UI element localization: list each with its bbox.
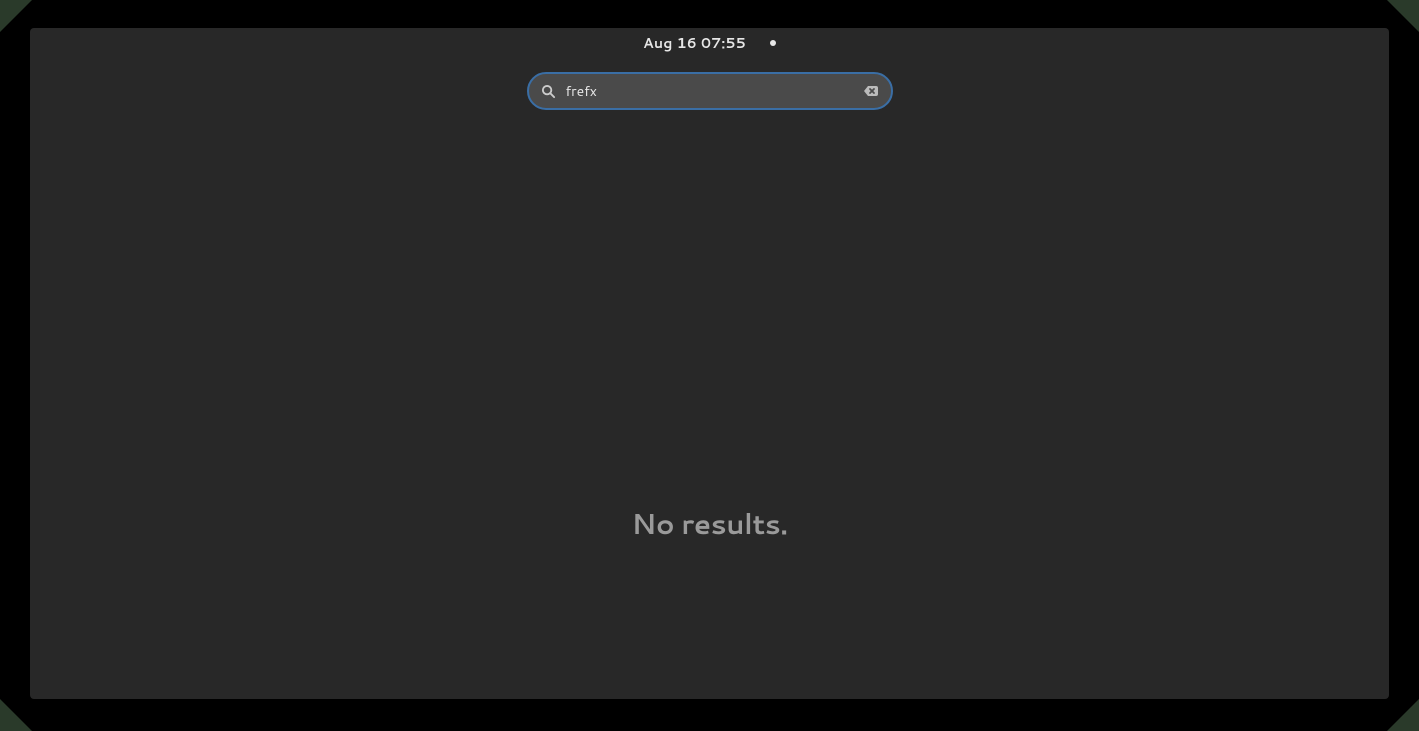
screen-frame: Aug 16 07:55 No results. [0,0,1419,731]
activities-overview: Aug 16 07:55 No results. [30,28,1389,699]
clock[interactable]: Aug 16 07:55 [643,33,746,53]
corner-decoration [0,699,32,731]
corner-decoration [0,0,32,32]
status-indicator-icon[interactable] [770,40,776,46]
corner-decoration [1387,0,1419,32]
search-icon [541,84,556,99]
search-results-area: No results. [631,504,787,544]
corner-decoration [1387,699,1419,731]
search-box[interactable] [527,72,893,110]
top-bar: Aug 16 07:55 [30,28,1389,58]
no-results-message: No results. [631,504,787,544]
clear-search-icon[interactable] [863,83,879,99]
search-input[interactable] [566,81,863,101]
